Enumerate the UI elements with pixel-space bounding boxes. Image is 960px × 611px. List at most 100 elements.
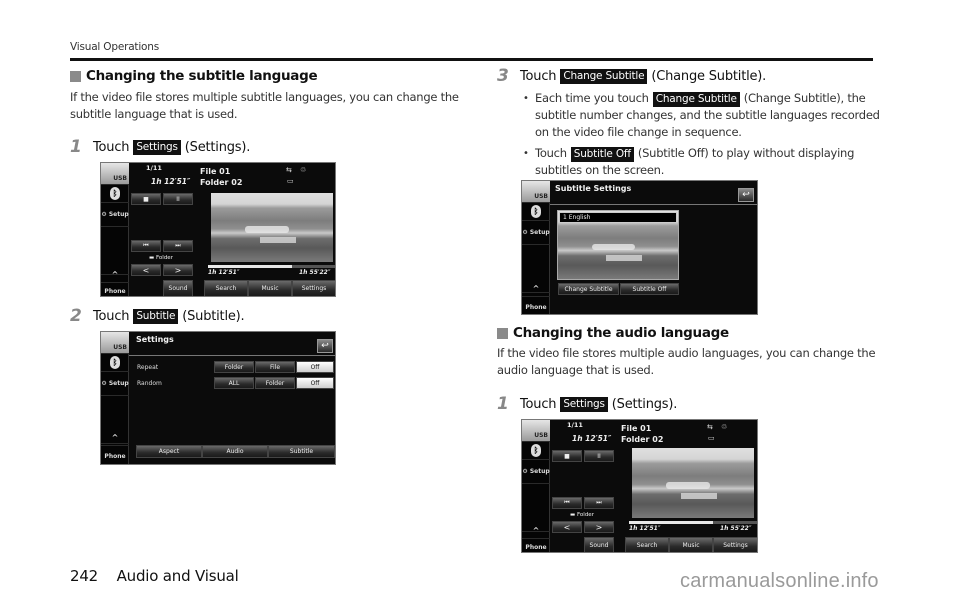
- bullet-subtitle-off: TouchSubtitle Off(Subtitle Off) to play …: [523, 145, 854, 179]
- folder-icon: ▬: [570, 512, 577, 518]
- subtitle-off-key-label: Subtitle Off: [570, 147, 634, 162]
- settings-button[interactable]: Settings: [713, 537, 757, 552]
- bluetooth-button[interactable]: ᛒ: [101, 354, 129, 372]
- phone-button[interactable]: Phone: [522, 297, 550, 314]
- random-off-button[interactable]: Off: [296, 377, 334, 389]
- step-2-subtitle: 2 Touch Subtitle (Subtitle).: [70, 306, 245, 326]
- usb-button[interactable]: USB: [101, 163, 129, 185]
- bluetooth-button[interactable]: ᛒ: [101, 185, 129, 203]
- gear-icon: ⚙: [101, 380, 109, 387]
- file-name: File 01: [621, 424, 652, 433]
- footer-section-title: Audio and Visual: [116, 567, 239, 585]
- settings-key-label: Settings: [560, 396, 608, 412]
- folder-next-button[interactable]: >: [584, 521, 614, 533]
- track-number: 1/11: [146, 164, 162, 172]
- elapsed-top: 1h 12′51″: [151, 177, 191, 186]
- random-icon: ♲: [300, 166, 307, 174]
- pause-button[interactable]: II: [163, 193, 193, 205]
- page-number: 242: [70, 567, 99, 585]
- page-footer: 242 Audio and Visual: [70, 567, 239, 585]
- pause-button[interactable]: II: [584, 450, 614, 462]
- next-button[interactable]: ⏭: [163, 240, 193, 252]
- random-all-button[interactable]: ALL: [214, 377, 254, 389]
- folder-label: ▬ Folder: [570, 512, 594, 518]
- subtitle-off-button[interactable]: Subtitle Off: [620, 283, 679, 295]
- screenshot-player: USB ᛒ ⚙ Setup ^ Phone 1/11 1h 12′51″ Fil…: [100, 162, 336, 297]
- back-button[interactable]: ↩: [317, 339, 333, 353]
- setup-button[interactable]: ⚙ Setup: [522, 221, 550, 245]
- setup-button[interactable]: ⚙ Setup: [101, 372, 129, 396]
- video-icon: ▭: [287, 177, 294, 185]
- repeat-file-button[interactable]: File: [255, 361, 295, 373]
- back-button[interactable]: ↩: [738, 188, 754, 202]
- change-subtitle-button[interactable]: Change Subtitle: [558, 283, 619, 295]
- audio-button[interactable]: Audio: [202, 445, 268, 458]
- bluetooth-icon: ᛒ: [110, 187, 120, 200]
- random-folder-button[interactable]: Folder: [255, 377, 295, 389]
- search-button[interactable]: Search: [204, 280, 248, 296]
- header-rule: [70, 58, 873, 61]
- bluetooth-icon: ᛒ: [531, 444, 541, 457]
- folder-previous-button[interactable]: <: [552, 521, 582, 533]
- setup-button[interactable]: ⚙ Setup: [522, 460, 550, 484]
- next-button[interactable]: ⏭: [584, 497, 614, 509]
- repeat-icon: ⇆: [286, 166, 292, 174]
- screenshot-player-audio: USB ᛒ ⚙ Setup ^ Phone 1/11 1h 12′51″ Fil…: [521, 419, 758, 553]
- sound-button[interactable]: Sound: [584, 537, 614, 552]
- settings-key-label: Settings: [133, 139, 181, 155]
- repeat-icon: ⇆: [707, 423, 713, 431]
- stop-button[interactable]: ■: [552, 450, 582, 462]
- setup-button[interactable]: ⚙ Setup: [101, 203, 129, 227]
- current-subtitle-display: 1 English: [559, 212, 677, 223]
- video-preview[interactable]: [632, 448, 754, 518]
- repeat-off-button[interactable]: Off: [296, 361, 334, 373]
- step-1-audio-settings: 1 Touch Settings (Settings).: [497, 394, 678, 414]
- phone-button[interactable]: Phone: [101, 446, 129, 464]
- up-arrow-button[interactable]: ^: [522, 281, 550, 297]
- intro-paragraph-audio: If the video file stores multiple audio …: [497, 346, 876, 377]
- usb-button[interactable]: USB: [101, 332, 129, 354]
- playback-progress[interactable]: [208, 265, 335, 268]
- bluetooth-button[interactable]: ᛒ: [522, 442, 550, 460]
- music-button[interactable]: Music: [669, 537, 713, 552]
- playback-progress[interactable]: [629, 521, 757, 524]
- elapsed-top: 1h 12′51″: [572, 434, 612, 443]
- screenshot-subtitle-settings: USB ᛒ ⚙ Setup ^ Phone Subtitle Settings …: [521, 180, 758, 315]
- up-arrow-button[interactable]: ^: [101, 430, 129, 446]
- phone-button[interactable]: Phone: [522, 537, 550, 552]
- total-time: 1h 55′22″: [720, 525, 752, 532]
- screenshot-settings: USB ᛒ ⚙ Setup ^ Phone Settings ↩ Repeat …: [100, 331, 336, 465]
- usb-button[interactable]: USB: [522, 420, 550, 442]
- folder-previous-button[interactable]: <: [131, 264, 161, 276]
- subtitle-settings-title: Subtitle Settings: [555, 184, 632, 193]
- aspect-button[interactable]: Aspect: [136, 445, 202, 458]
- usb-button[interactable]: USB: [522, 181, 550, 203]
- search-button[interactable]: Search: [625, 537, 669, 552]
- section-title-audio: Changing the audio language: [497, 325, 729, 341]
- previous-button[interactable]: ⏮: [552, 497, 582, 509]
- video-preview[interactable]: [211, 193, 333, 262]
- change-subtitle-key-label: Change Subtitle: [652, 92, 740, 107]
- intro-paragraph-subtitle: If the video file stores multiple subtit…: [70, 90, 459, 121]
- subtitle-button[interactable]: Subtitle: [268, 445, 335, 458]
- phone-button[interactable]: Phone: [101, 281, 129, 296]
- folder-label: ▬ Folder: [149, 255, 173, 261]
- stop-button[interactable]: ■: [131, 193, 161, 205]
- random-icon: ♲: [721, 423, 728, 431]
- repeat-folder-button[interactable]: Folder: [214, 361, 254, 373]
- folder-next-button[interactable]: >: [163, 264, 193, 276]
- section-title-subtitle: Changing the subtitle language: [70, 68, 318, 84]
- music-button[interactable]: Music: [248, 280, 292, 296]
- sidebar: USB ᛒ ⚙ Setup ^ Phone: [101, 163, 129, 296]
- subtitle-key-label: Subtitle: [133, 308, 179, 324]
- sound-button[interactable]: Sound: [163, 280, 193, 296]
- previous-button[interactable]: ⏮: [131, 240, 161, 252]
- step-3-change-subtitle: 3 Touch Change Subtitle (Change Subtitle…: [497, 66, 767, 86]
- gear-icon: ⚙: [101, 211, 109, 218]
- folder-name: Folder 02: [621, 435, 664, 444]
- total-time: 1h 55′22″: [299, 269, 331, 276]
- settings-button[interactable]: Settings: [292, 280, 335, 296]
- bluetooth-button[interactable]: ᛒ: [522, 203, 550, 221]
- sidebar: USB ᛒ ⚙ Setup ^ Phone: [522, 181, 550, 314]
- running-head: Visual Operations: [70, 41, 160, 53]
